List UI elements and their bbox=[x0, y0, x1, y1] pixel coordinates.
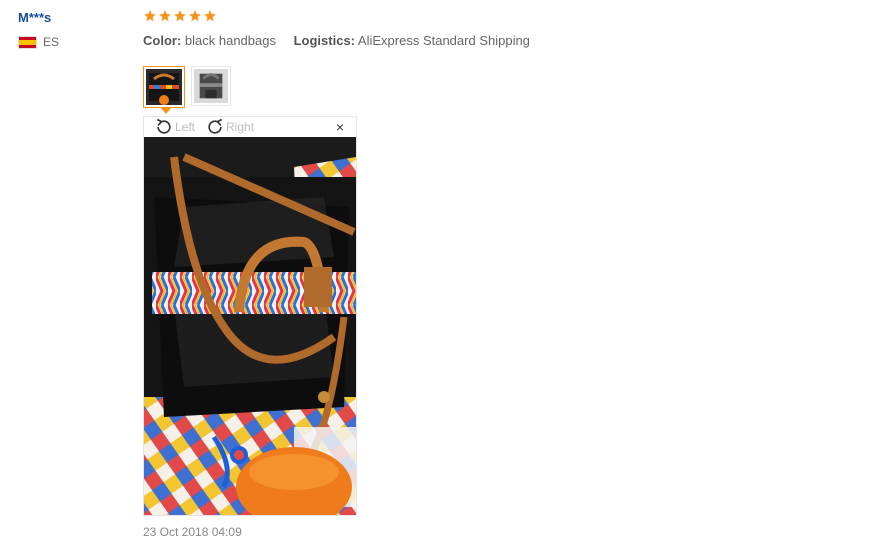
close-icon[interactable]: × bbox=[336, 120, 344, 134]
logistics-label: Logistics: bbox=[293, 33, 356, 48]
review-header: Color: black handbags Logistics: AliExpr… bbox=[143, 9, 843, 49]
star-icon bbox=[144, 10, 156, 22]
rotate-right-label: Right bbox=[226, 120, 255, 134]
handbag-photo bbox=[144, 137, 356, 515]
star-icon bbox=[174, 10, 186, 22]
star-rating bbox=[143, 9, 843, 25]
rotate-right-icon bbox=[208, 118, 223, 134]
photo-thumbnail[interactable] bbox=[143, 66, 185, 114]
reviewer-info: M***s ES bbox=[18, 9, 128, 49]
reviewer-country: ES bbox=[18, 35, 128, 49]
star-icon bbox=[189, 10, 201, 22]
spain-flag-icon bbox=[18, 35, 37, 49]
thumbnail-image bbox=[146, 69, 182, 105]
rotate-left-icon bbox=[156, 118, 171, 134]
review-photo bbox=[144, 137, 356, 515]
photo-viewer-toolbar: Left Right × bbox=[144, 117, 356, 137]
color-label: Color: bbox=[143, 33, 182, 48]
color-value: black handbags bbox=[184, 33, 276, 48]
rotate-right-button[interactable]: Right bbox=[205, 117, 254, 137]
thumbnail-image bbox=[194, 69, 228, 103]
rotate-left-button[interactable]: Left bbox=[154, 117, 195, 137]
star-icon bbox=[159, 10, 171, 22]
photo-thumbnail[interactable] bbox=[191, 66, 231, 106]
rotate-left-label: Left bbox=[175, 120, 196, 134]
country-code: ES bbox=[43, 35, 60, 49]
logistics-value: AliExpress Standard Shipping bbox=[357, 33, 530, 48]
photo-viewer: Left Right × bbox=[143, 116, 357, 516]
photo-thumbnails bbox=[143, 66, 231, 114]
reviewer-name[interactable]: M***s bbox=[18, 9, 128, 26]
review-date: 23 Oct 2018 04:09 bbox=[143, 525, 242, 539]
star-icon bbox=[204, 10, 216, 22]
order-info: Color: black handbags Logistics: AliExpr… bbox=[143, 33, 843, 49]
